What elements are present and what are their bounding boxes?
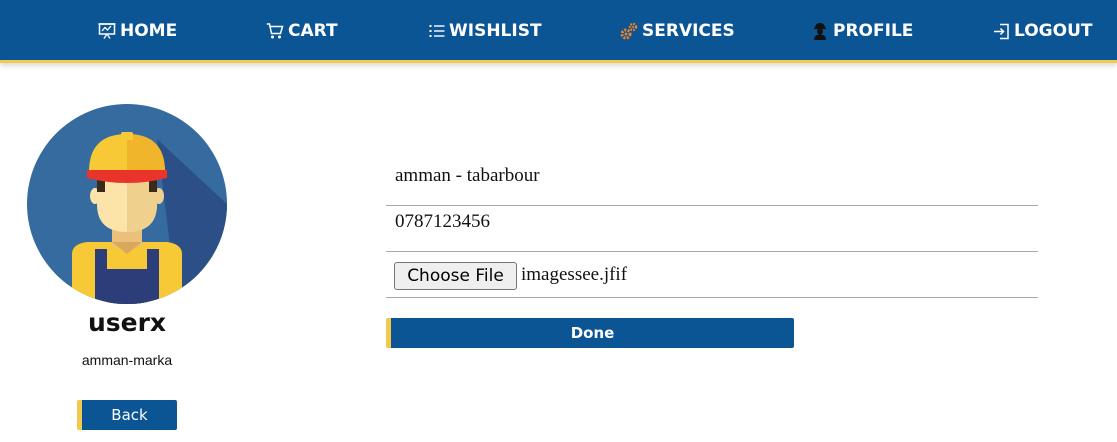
nav-profile-label: PROFILE bbox=[833, 21, 914, 41]
nav-logout[interactable]: LOGOUT bbox=[993, 19, 1092, 43]
nav-profile[interactable]: PROFILE bbox=[811, 19, 913, 43]
logout-icon bbox=[993, 23, 1010, 40]
nav-home[interactable]: HOME bbox=[98, 19, 177, 43]
back-button[interactable]: Back bbox=[77, 400, 177, 430]
nav-home-label: HOME bbox=[120, 21, 178, 41]
address-field[interactable]: amman - tabarbour bbox=[386, 160, 1038, 206]
presentation-icon bbox=[98, 22, 116, 40]
worker-icon bbox=[811, 22, 829, 40]
cart-icon bbox=[266, 22, 284, 40]
phone-field[interactable]: 0787123456 bbox=[386, 206, 1038, 252]
nav-services[interactable]: SERVICES bbox=[620, 19, 735, 43]
nav-services-label: SERVICES bbox=[642, 21, 735, 41]
nav-wishlist[interactable]: WISHLIST bbox=[429, 19, 542, 43]
done-button[interactable]: Done bbox=[386, 318, 794, 348]
avatar bbox=[27, 104, 227, 304]
user-location: amman-marka bbox=[81, 352, 173, 368]
choose-file-button[interactable]: Choose File bbox=[394, 262, 517, 290]
username: userx bbox=[87, 308, 167, 337]
navbar: HOME CART WISHLIST SERVICES PROFILE LOGO… bbox=[0, 0, 1117, 63]
nav-logout-label: LOGOUT bbox=[1014, 21, 1093, 41]
list-icon bbox=[429, 23, 445, 39]
nav-wishlist-label: WISHLIST bbox=[449, 21, 542, 41]
gears-icon bbox=[620, 22, 638, 40]
nav-cart-label: CART bbox=[288, 21, 338, 41]
selected-file-name: imagessee.jfif bbox=[521, 264, 628, 285]
address-value: amman - tabarbour bbox=[395, 165, 540, 186]
nav-cart[interactable]: CART bbox=[266, 19, 338, 43]
phone-value: 0787123456 bbox=[395, 211, 490, 232]
file-upload-field: Choose File imagessee.jfif bbox=[386, 252, 1038, 298]
